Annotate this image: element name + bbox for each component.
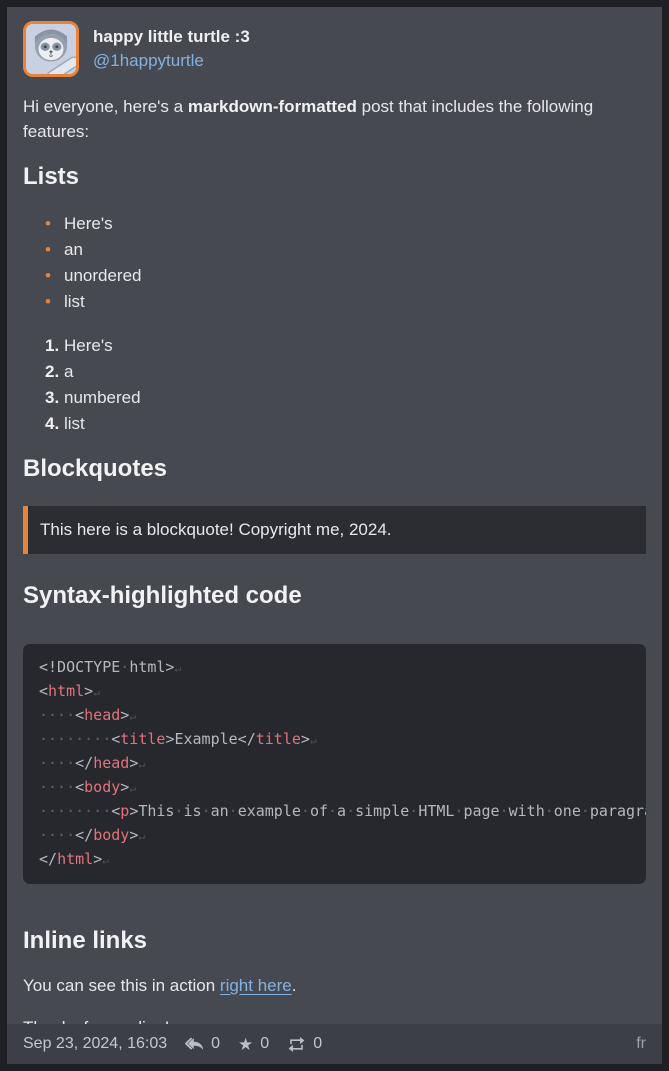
link-text-pre: You can see this in action	[23, 976, 220, 995]
star-icon: ★	[238, 1036, 253, 1053]
language-tag: fr	[636, 1035, 646, 1053]
list-item: list	[45, 289, 646, 315]
blockquote-text: This here is a blockquote! Copyright me,…	[40, 518, 634, 542]
author-handle[interactable]: @1happyturtle	[93, 49, 250, 73]
blockquote: This here is a blockquote! Copyright me,…	[23, 506, 646, 554]
timestamp: Sep 23, 2024, 16:03	[23, 1035, 167, 1053]
intro-paragraph: Hi everyone, here's a markdown-formatted…	[23, 94, 646, 144]
list-item: unordered	[45, 263, 646, 289]
heading-syntax-highlighted-code: Syntax-highlighted code	[23, 579, 646, 612]
sloth-avatar-image	[26, 24, 76, 74]
reply-button[interactable]: 0	[185, 1035, 220, 1053]
favourite-button[interactable]: ★ 0	[238, 1035, 269, 1053]
list-item: Here's	[45, 211, 646, 237]
heading-lists: Lists	[23, 160, 646, 193]
post-header: happy little turtle :3 @1happyturtle	[23, 21, 646, 77]
heading-blockquotes: Blockquotes	[23, 452, 646, 485]
list-item: a	[45, 359, 646, 385]
link-paragraph: You can see this in action right here.	[23, 973, 646, 998]
unordered-list: Here's an unordered list	[23, 211, 646, 315]
boost-count: 0	[313, 1035, 322, 1053]
heading-inline-links: Inline links	[23, 924, 646, 957]
ordered-list: Here's a numbered list	[23, 333, 646, 437]
post-footer: Sep 23, 2024, 16:03 0 ★ 0 0 fr	[7, 1024, 662, 1064]
reply-count: 0	[211, 1035, 220, 1053]
intro-text-bold: markdown-formatted	[188, 97, 357, 116]
author-names: happy little turtle :3 @1happyturtle	[93, 21, 250, 73]
avatar[interactable]	[23, 21, 79, 77]
code-block: <!DOCTYPE·html>↵<html>↵····<head>↵······…	[23, 644, 646, 884]
list-item: Here's	[45, 333, 646, 359]
post-card: happy little turtle :3 @1happyturtle Hi …	[7, 7, 662, 1064]
favourite-count: 0	[260, 1035, 269, 1053]
intro-text-pre: Hi everyone, here's a	[23, 97, 188, 116]
outro-paragraph: Thanks for reading!	[23, 1015, 646, 1024]
reply-icon	[185, 1036, 204, 1053]
right-here-link[interactable]: right here	[220, 976, 292, 995]
link-text-post: .	[292, 976, 297, 995]
list-item: list	[45, 411, 646, 437]
boost-button[interactable]: 0	[287, 1035, 322, 1053]
list-item: numbered	[45, 385, 646, 411]
boost-icon	[287, 1037, 306, 1052]
post-content: happy little turtle :3 @1happyturtle Hi …	[7, 7, 662, 1024]
list-item: an	[45, 237, 646, 263]
display-name[interactable]: happy little turtle :3	[93, 25, 250, 49]
